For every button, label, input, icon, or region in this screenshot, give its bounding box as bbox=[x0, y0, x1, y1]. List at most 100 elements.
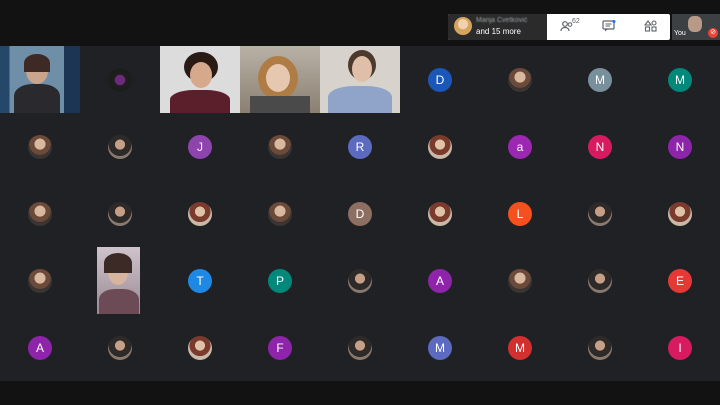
avatar bbox=[188, 336, 212, 360]
participant-tile[interactable]: I bbox=[640, 314, 720, 381]
avatar bbox=[268, 202, 292, 226]
people-count: 62 bbox=[572, 18, 580, 25]
avatar: E bbox=[668, 269, 692, 293]
self-view-tile[interactable]: You ⊘ bbox=[672, 14, 720, 40]
participant-tile[interactable]: M bbox=[480, 314, 560, 381]
participant-tile[interactable]: A bbox=[0, 314, 80, 381]
avatar bbox=[348, 269, 372, 293]
avatar: L bbox=[508, 202, 532, 226]
participant-tile[interactable] bbox=[240, 113, 320, 180]
avatar bbox=[348, 336, 372, 360]
participant-tile[interactable] bbox=[240, 46, 320, 113]
participant-video bbox=[0, 46, 80, 113]
more-participants-text: and 15 more bbox=[476, 27, 521, 36]
participant-tile[interactable] bbox=[240, 180, 320, 247]
participant-tile[interactable] bbox=[560, 180, 640, 247]
avatar: N bbox=[588, 135, 612, 159]
avatar bbox=[428, 202, 452, 226]
participant-tile[interactable] bbox=[160, 180, 240, 247]
avatar: A bbox=[28, 336, 52, 360]
participants-panel[interactable]: Marija Cvetković and 15 more 62 bbox=[448, 14, 670, 40]
participant-tile[interactable]: F bbox=[240, 314, 320, 381]
avatar: F bbox=[268, 336, 292, 360]
avatar: R bbox=[348, 135, 372, 159]
participant-tile[interactable] bbox=[80, 113, 160, 180]
self-video bbox=[688, 16, 702, 32]
participant-tile[interactable] bbox=[320, 46, 400, 113]
avatar: M bbox=[588, 68, 612, 92]
participant-tile[interactable]: a bbox=[480, 113, 560, 180]
participant-video bbox=[97, 247, 140, 314]
participant-video bbox=[240, 46, 320, 113]
participant-tile[interactable] bbox=[560, 314, 640, 381]
participant-tile[interactable] bbox=[400, 180, 480, 247]
avatar bbox=[508, 269, 532, 293]
avatar bbox=[28, 135, 52, 159]
avatar bbox=[188, 202, 212, 226]
self-label: You bbox=[674, 30, 686, 37]
participant-tile[interactable] bbox=[160, 46, 240, 113]
participant-tile[interactable] bbox=[640, 180, 720, 247]
avatar bbox=[28, 269, 52, 293]
avatar bbox=[268, 135, 292, 159]
participant-tile[interactable] bbox=[80, 314, 160, 381]
participant-tile[interactable] bbox=[160, 314, 240, 381]
participant-tile[interactable]: R bbox=[320, 113, 400, 180]
participant-tile[interactable]: M bbox=[640, 46, 720, 113]
mic-off-icon: ⊘ bbox=[708, 28, 718, 38]
avatar: a bbox=[508, 135, 532, 159]
avatar bbox=[28, 202, 52, 226]
avatar bbox=[588, 202, 612, 226]
chat-icon[interactable] bbox=[602, 20, 616, 32]
avatar: J bbox=[188, 135, 212, 159]
avatar bbox=[108, 336, 132, 360]
participant-tile[interactable]: J bbox=[160, 113, 240, 180]
avatar bbox=[428, 135, 452, 159]
activities-icon[interactable] bbox=[643, 20, 658, 32]
participant-tile[interactable] bbox=[400, 113, 480, 180]
participant-tile[interactable] bbox=[0, 113, 80, 180]
avatar bbox=[108, 135, 132, 159]
participant-tile[interactable] bbox=[80, 46, 160, 113]
avatar bbox=[588, 336, 612, 360]
participant-tile[interactable] bbox=[560, 247, 640, 314]
participant-tile[interactable] bbox=[480, 46, 560, 113]
avatar: I bbox=[668, 336, 692, 360]
avatar: D bbox=[348, 202, 372, 226]
participant-tile[interactable]: N bbox=[560, 113, 640, 180]
avatar bbox=[588, 269, 612, 293]
joined-participants-popup[interactable]: Marija Cvetković and 15 more bbox=[448, 14, 547, 40]
participant-tile[interactable] bbox=[0, 247, 80, 314]
avatar: M bbox=[508, 336, 532, 360]
participant-video bbox=[320, 46, 400, 113]
avatar bbox=[108, 202, 132, 226]
participant-tile[interactable]: P bbox=[240, 247, 320, 314]
participant-name: Marija Cvetković bbox=[476, 17, 528, 24]
participant-tile[interactable] bbox=[0, 46, 80, 113]
participant-tile[interactable] bbox=[320, 247, 400, 314]
participant-tile[interactable]: T bbox=[160, 247, 240, 314]
participant-video bbox=[160, 46, 240, 113]
participant-tile[interactable]: L bbox=[480, 180, 560, 247]
participant-tile[interactable]: E bbox=[640, 247, 720, 314]
participant-tile[interactable]: D bbox=[400, 46, 480, 113]
participant-tile[interactable]: M bbox=[400, 314, 480, 381]
participant-tile[interactable]: A bbox=[400, 247, 480, 314]
avatar bbox=[508, 68, 532, 92]
bottom-bar bbox=[0, 381, 720, 405]
avatar: P bbox=[268, 269, 292, 293]
participant-tile[interactable] bbox=[80, 247, 160, 314]
participant-tile[interactable] bbox=[80, 180, 160, 247]
avatar: M bbox=[668, 68, 692, 92]
avatar bbox=[454, 17, 472, 35]
participant-tile[interactable] bbox=[0, 180, 80, 247]
participant-tile[interactable] bbox=[480, 247, 560, 314]
avatar: M bbox=[428, 336, 452, 360]
participant-tile[interactable]: M bbox=[560, 46, 640, 113]
participant-tile[interactable]: D bbox=[320, 180, 400, 247]
avatar bbox=[108, 68, 132, 92]
avatar: T bbox=[188, 269, 212, 293]
participant-tile[interactable]: N bbox=[640, 113, 720, 180]
participant-tile[interactable] bbox=[320, 314, 400, 381]
participant-grid: D M M J Ra N N D L T P A E A F M M I bbox=[0, 46, 720, 381]
